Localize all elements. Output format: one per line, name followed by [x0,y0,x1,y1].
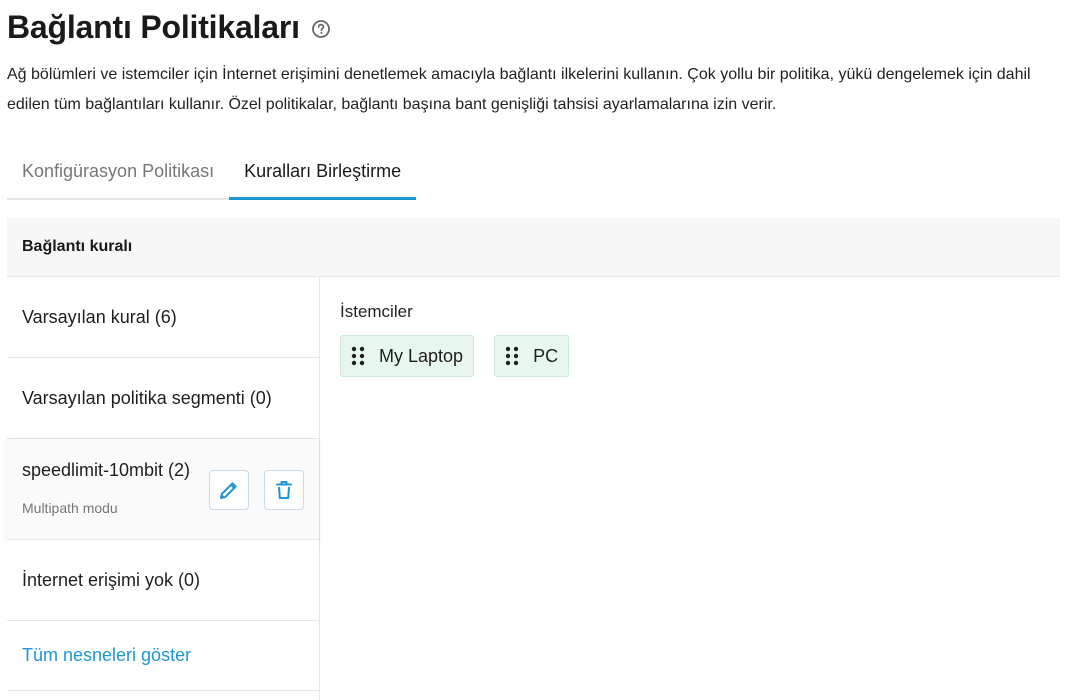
page-header: Bağlantı Politikaları [7,6,331,48]
rule-item-label: İnternet erişimi yok (0) [22,569,201,590]
page-description: Ağ bölümleri ve istemciler için İnternet… [7,66,1031,113]
clients-section: İstemciler My Laptop PC [340,300,570,377]
clients-chip-list: My Laptop PC [340,335,570,377]
drag-handle-icon [505,346,519,366]
delete-rule-button[interactable] [264,470,304,510]
panel-header-label: Bağlantı kuralı [22,238,133,255]
clients-label: İstemciler [340,302,413,321]
drag-handle-icon [351,346,365,366]
show-all-link[interactable]: Tüm nesneleri göster [7,621,319,691]
panel-header: Bağlantı kuralı [7,218,1060,277]
rule-item-label: Varsayılan politika segmenti (0) [22,387,272,408]
rules-list: Varsayılan kural (6) Varsayılan politika… [7,277,320,700]
rule-item-speedlimit[interactable]: speedlimit-10mbit (2) Multipath modu [7,439,319,540]
rule-item-default[interactable]: Varsayılan kural (6) [7,277,319,358]
rule-actions [209,470,304,510]
trash-icon [276,481,292,499]
rule-item-no-internet[interactable]: İnternet erişimi yok (0) [7,540,319,621]
edit-rule-button[interactable] [209,470,249,510]
tab-bar: Konfigürasyon Politikası Kuralları Birle… [7,148,417,200]
rule-item-default-segment[interactable]: Varsayılan politika segmenti (0) [7,358,319,439]
tab-merge-rules[interactable]: Kuralları Birleştirme [229,148,417,200]
pencil-icon [220,482,237,499]
client-chip-label: PC [533,345,559,366]
page-title: Bağlantı Politikaları [7,8,300,45]
tab-configuration-policy[interactable]: Konfigürasyon Politikası [7,148,229,198]
client-chip-my-laptop[interactable]: My Laptop [340,335,475,377]
client-chip-label: My Laptop [379,345,464,366]
rule-item-label: Varsayılan kural (6) [22,306,177,327]
question-circle-icon[interactable] [311,19,331,39]
client-chip-pc[interactable]: PC [494,335,570,377]
